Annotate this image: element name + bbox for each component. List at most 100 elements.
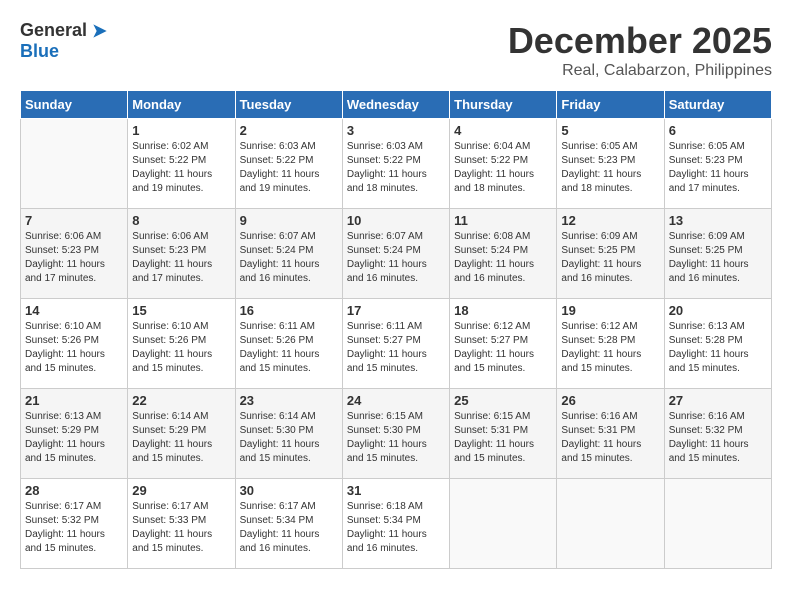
logo-general: General — [20, 20, 87, 41]
day-number: 22 — [132, 393, 230, 408]
day-number: 12 — [561, 213, 659, 228]
day-number: 8 — [132, 213, 230, 228]
day-info: Sunrise: 6:17 AMSunset: 5:34 PMDaylight:… — [240, 500, 338, 556]
calendar-week-row: 14 Sunrise: 6:10 AMSunset: 5:26 PMDayligh… — [21, 299, 772, 389]
day-info: Sunrise: 6:15 AMSunset: 5:31 PMDaylight:… — [454, 410, 552, 466]
day-info: Sunrise: 6:04 AMSunset: 5:22 PMDaylight:… — [454, 140, 552, 196]
day-number: 6 — [669, 123, 767, 138]
day-info: Sunrise: 6:13 AMSunset: 5:29 PMDaylight:… — [25, 410, 123, 466]
day-info: Sunrise: 6:03 AMSunset: 5:22 PMDaylight:… — [347, 140, 445, 196]
day-number: 7 — [25, 213, 123, 228]
col-wednesday: Wednesday — [342, 91, 449, 119]
table-row: 14 Sunrise: 6:10 AMSunset: 5:26 PMDayligh… — [21, 299, 128, 389]
table-row: 29 Sunrise: 6:17 AMSunset: 5:33 PMDayligh… — [128, 479, 235, 569]
table-row: 7 Sunrise: 6:06 AMSunset: 5:23 PMDaylight… — [21, 209, 128, 299]
month-title: December 2025 — [508, 20, 772, 62]
day-number: 4 — [454, 123, 552, 138]
calendar-week-row: 1 Sunrise: 6:02 AMSunset: 5:22 PMDaylight… — [21, 119, 772, 209]
day-number: 11 — [454, 213, 552, 228]
table-row: 4 Sunrise: 6:04 AMSunset: 5:22 PMDaylight… — [450, 119, 557, 209]
title-area: December 2025 Real, Calabarzon, Philippi… — [508, 20, 772, 80]
day-info: Sunrise: 6:10 AMSunset: 5:26 PMDaylight:… — [132, 320, 230, 376]
table-row: 10 Sunrise: 6:07 AMSunset: 5:24 PMDayligh… — [342, 209, 449, 299]
day-number: 14 — [25, 303, 123, 318]
day-info: Sunrise: 6:03 AMSunset: 5:22 PMDaylight:… — [240, 140, 338, 196]
day-info: Sunrise: 6:07 AMSunset: 5:24 PMDaylight:… — [347, 230, 445, 286]
table-row: 2 Sunrise: 6:03 AMSunset: 5:22 PMDaylight… — [235, 119, 342, 209]
day-info: Sunrise: 6:17 AMSunset: 5:33 PMDaylight:… — [132, 500, 230, 556]
calendar-table: Sunday Monday Tuesday Wednesday Thursday… — [20, 90, 772, 569]
day-number: 19 — [561, 303, 659, 318]
day-info: Sunrise: 6:16 AMSunset: 5:32 PMDaylight:… — [669, 410, 767, 466]
day-number: 5 — [561, 123, 659, 138]
col-friday: Friday — [557, 91, 664, 119]
col-saturday: Saturday — [664, 91, 771, 119]
col-thursday: Thursday — [450, 91, 557, 119]
day-info: Sunrise: 6:17 AMSunset: 5:32 PMDaylight:… — [25, 500, 123, 556]
logo: General Blue — [20, 20, 110, 62]
table-row: 11Sunrise: 6:08 AMSunset: 5:24 PMDayligh… — [450, 209, 557, 299]
table-row: 13Sunrise: 6:09 AMSunset: 5:25 PMDayligh… — [664, 209, 771, 299]
day-number: 1 — [132, 123, 230, 138]
logo-blue: Blue — [20, 41, 59, 62]
table-row: 3 Sunrise: 6:03 AMSunset: 5:22 PMDaylight… — [342, 119, 449, 209]
table-row — [450, 479, 557, 569]
table-row: 22 Sunrise: 6:14 AMSunset: 5:29 PMDayligh… — [128, 389, 235, 479]
day-info: Sunrise: 6:10 AMSunset: 5:26 PMDaylight:… — [25, 320, 123, 376]
day-number: 29 — [132, 483, 230, 498]
day-info: Sunrise: 6:06 AMSunset: 5:23 PMDaylight:… — [132, 230, 230, 286]
table-row: 18 Sunrise: 6:12 AMSunset: 5:27 PMDayligh… — [450, 299, 557, 389]
table-row: 1 Sunrise: 6:02 AMSunset: 5:22 PMDaylight… — [128, 119, 235, 209]
day-info: Sunrise: 6:07 AMSunset: 5:24 PMDaylight:… — [240, 230, 338, 286]
table-row: 23Sunrise: 6:14 AMSunset: 5:30 PMDayligh… — [235, 389, 342, 479]
logo-arrow-icon — [90, 21, 110, 41]
day-number: 21 — [25, 393, 123, 408]
day-number: 30 — [240, 483, 338, 498]
day-info: Sunrise: 6:05 AMSunset: 5:23 PMDaylight:… — [669, 140, 767, 196]
day-number: 20 — [669, 303, 767, 318]
table-row — [557, 479, 664, 569]
table-row: 17Sunrise: 6:11 AMSunset: 5:27 PMDayligh… — [342, 299, 449, 389]
calendar-week-row: 28 Sunrise: 6:17 AMSunset: 5:32 PMDayligh… — [21, 479, 772, 569]
day-info: Sunrise: 6:16 AMSunset: 5:31 PMDaylight:… — [561, 410, 659, 466]
table-row: 31Sunrise: 6:18 AMSunset: 5:34 PMDayligh… — [342, 479, 449, 569]
day-number: 3 — [347, 123, 445, 138]
table-row: 6 Sunrise: 6:05 AMSunset: 5:23 PMDaylight… — [664, 119, 771, 209]
day-number: 10 — [347, 213, 445, 228]
day-number: 15 — [132, 303, 230, 318]
table-row: 24Sunrise: 6:15 AMSunset: 5:30 PMDayligh… — [342, 389, 449, 479]
table-row: 21 Sunrise: 6:13 AMSunset: 5:29 PMDayligh… — [21, 389, 128, 479]
day-number: 16 — [240, 303, 338, 318]
day-info: Sunrise: 6:11 AMSunset: 5:26 PMDaylight:… — [240, 320, 338, 376]
table-row: 20 Sunrise: 6:13 AMSunset: 5:28 PMDayligh… — [664, 299, 771, 389]
day-number: 18 — [454, 303, 552, 318]
calendar-header-row: Sunday Monday Tuesday Wednesday Thursday… — [21, 91, 772, 119]
day-info: Sunrise: 6:12 AMSunset: 5:27 PMDaylight:… — [454, 320, 552, 376]
table-row — [21, 119, 128, 209]
table-row: 26 Sunrise: 6:16 AMSunset: 5:31 PMDayligh… — [557, 389, 664, 479]
table-row: 12Sunrise: 6:09 AMSunset: 5:25 PMDayligh… — [557, 209, 664, 299]
day-info: Sunrise: 6:13 AMSunset: 5:28 PMDaylight:… — [669, 320, 767, 376]
table-row: 19 Sunrise: 6:12 AMSunset: 5:28 PMDayligh… — [557, 299, 664, 389]
day-info: Sunrise: 6:05 AMSunset: 5:23 PMDaylight:… — [561, 140, 659, 196]
day-number: 26 — [561, 393, 659, 408]
day-number: 23 — [240, 393, 338, 408]
day-info: Sunrise: 6:14 AMSunset: 5:29 PMDaylight:… — [132, 410, 230, 466]
col-monday: Monday — [128, 91, 235, 119]
table-row: 8 Sunrise: 6:06 AMSunset: 5:23 PMDaylight… — [128, 209, 235, 299]
day-info: Sunrise: 6:06 AMSunset: 5:23 PMDaylight:… — [25, 230, 123, 286]
day-info: Sunrise: 6:12 AMSunset: 5:28 PMDaylight:… — [561, 320, 659, 376]
day-number: 28 — [25, 483, 123, 498]
day-number: 2 — [240, 123, 338, 138]
calendar-week-row: 21 Sunrise: 6:13 AMSunset: 5:29 PMDayligh… — [21, 389, 772, 479]
header: General Blue December 2025 Real, Calabar… — [20, 20, 772, 80]
col-tuesday: Tuesday — [235, 91, 342, 119]
day-number: 27 — [669, 393, 767, 408]
table-row: 27 Sunrise: 6:16 AMSunset: 5:32 PMDayligh… — [664, 389, 771, 479]
table-row: 28 Sunrise: 6:17 AMSunset: 5:32 PMDayligh… — [21, 479, 128, 569]
day-number: 31 — [347, 483, 445, 498]
location-title: Real, Calabarzon, Philippines — [508, 62, 772, 80]
day-info: Sunrise: 6:02 AMSunset: 5:22 PMDaylight:… — [132, 140, 230, 196]
table-row: 25Sunrise: 6:15 AMSunset: 5:31 PMDayligh… — [450, 389, 557, 479]
table-row: 15 Sunrise: 6:10 AMSunset: 5:26 PMDayligh… — [128, 299, 235, 389]
